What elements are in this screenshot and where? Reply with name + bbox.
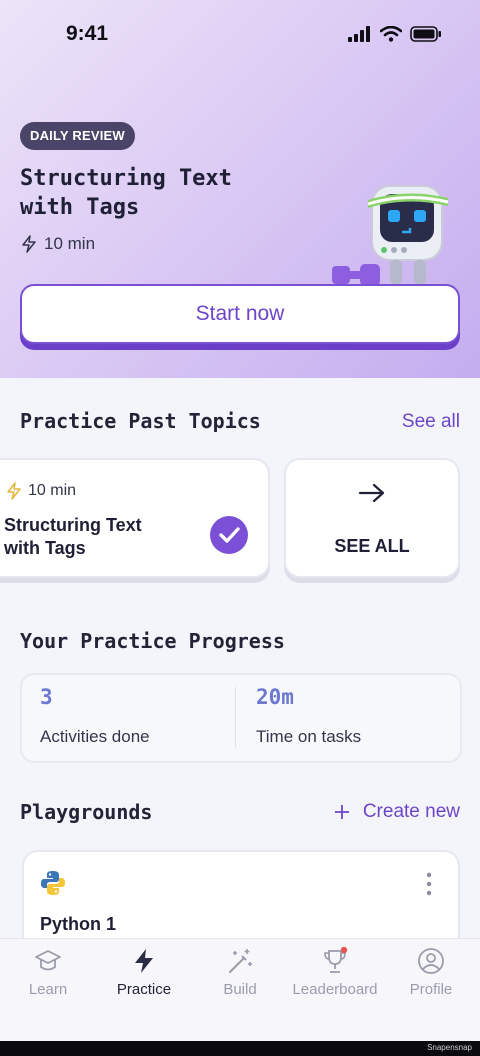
stat-label: Activities done (40, 727, 150, 746)
practice-progress-title: Your Practice Progress (20, 629, 285, 653)
bottom-tab-bar: Learn Practice Build Leaderboard Profile (0, 938, 480, 1042)
see-all-topics-card[interactable]: SEE ALL (284, 458, 460, 578)
topic-title-line-1: Structuring Text (4, 515, 142, 535)
wifi-icon (380, 26, 402, 42)
stat-value: 20m (256, 685, 294, 709)
progress-card: 3 Activities done 20m Time on tasks (20, 673, 462, 763)
robot-mascot-icon (332, 185, 449, 286)
plus-icon (334, 805, 349, 819)
magic-wand-icon (229, 949, 252, 973)
topic-duration: 10 min (6, 482, 76, 500)
tab-label: Learn (28, 981, 68, 998)
lesson-title: Structuring Text with Tags (20, 164, 280, 222)
arrow-right-icon (358, 483, 385, 503)
python-icon (41, 871, 65, 895)
user-circle-icon (418, 948, 444, 974)
topic-title: Structuring Text with Tags (4, 514, 174, 560)
create-new-label: Create new (362, 801, 460, 822)
playgrounds-title: Playgrounds (20, 800, 153, 824)
stat-value: 3 (40, 685, 53, 709)
tab-label: Practice (116, 981, 172, 998)
start-now-button[interactable]: Start now (20, 284, 460, 344)
create-new-button[interactable]: Create new (334, 801, 460, 823)
daily-review-badge: DAILY REVIEW (20, 122, 135, 150)
past-topic-card[interactable]: 10 min Structuring Text with Tags (0, 458, 270, 578)
topic-duration-text: 10 min (28, 482, 77, 499)
watermark-text: Snapensnap (427, 1043, 472, 1052)
more-options-icon[interactable] (426, 872, 432, 896)
lightning-icon (7, 482, 21, 500)
lesson-title-line-1: Structuring Text (20, 166, 232, 191)
lesson-duration: 10 min (20, 234, 95, 254)
tab-label: Profile (409, 981, 453, 998)
status-time: 9:41 (66, 22, 109, 45)
see-all-card-label: SEE ALL (334, 536, 410, 556)
battery-icon (410, 26, 441, 42)
stat-divider (235, 687, 236, 747)
graduation-cap-icon (35, 950, 61, 971)
completed-check-icon (210, 516, 248, 554)
lightning-icon (135, 949, 153, 973)
cellular-signal-icon (348, 26, 370, 42)
status-icons (348, 26, 442, 42)
lesson-duration-text: 10 min (44, 234, 96, 253)
tab-label: Build (223, 981, 257, 998)
tab-label: Leaderboard (292, 981, 378, 998)
watermark-bar (0, 1041, 480, 1056)
playground-name: Python 1 (40, 914, 117, 934)
stat-label: Time on tasks (256, 727, 362, 746)
lightning-icon (22, 235, 36, 253)
lesson-title-line-2: with Tags (20, 195, 140, 220)
trophy-icon (324, 947, 348, 973)
practice-past-topics-title: Practice Past Topics (20, 409, 261, 433)
see-all-link[interactable]: See all (402, 411, 460, 433)
topic-title-line-2: with Tags (4, 538, 86, 558)
